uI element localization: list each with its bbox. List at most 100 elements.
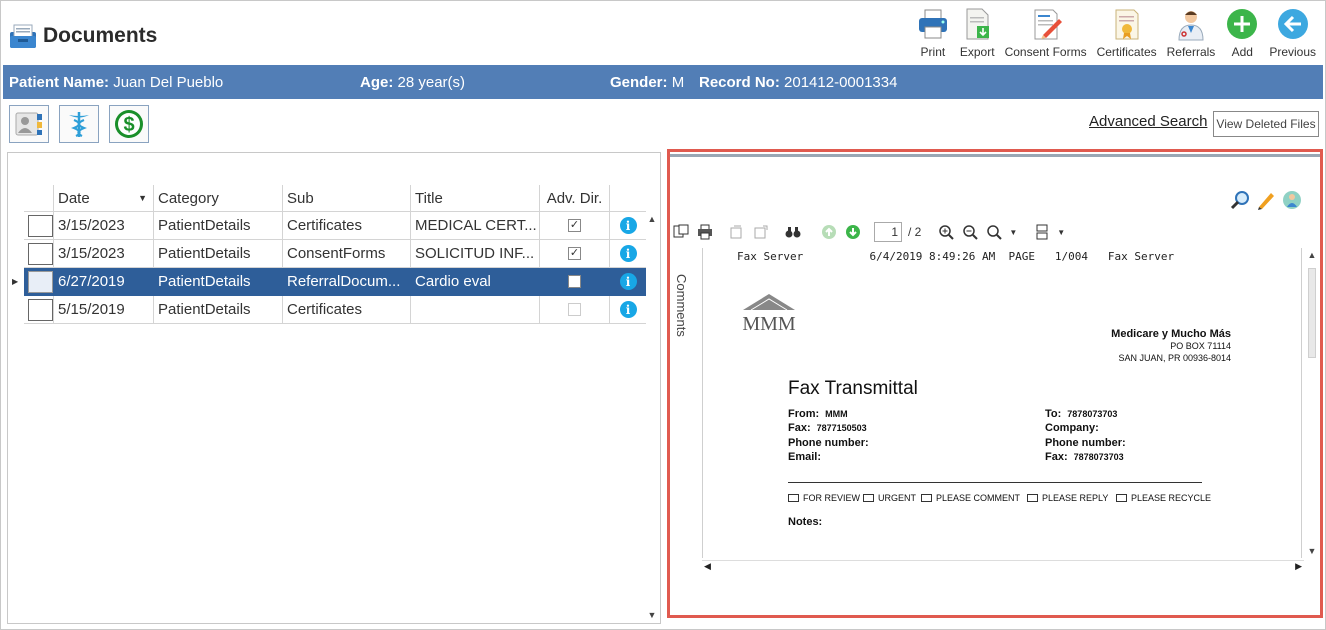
page-number-input[interactable]: 1 bbox=[874, 222, 902, 242]
next-page-icon[interactable] bbox=[844, 223, 862, 241]
row-category: PatientDetails bbox=[154, 268, 283, 296]
consent-forms-button[interactable]: Consent Forms bbox=[1000, 7, 1092, 59]
current-row-marker-icon: ▶ bbox=[12, 277, 19, 286]
row-date: 5/15/2019 bbox=[54, 296, 154, 324]
column-header-adv-dir[interactable]: Adv. Dir. bbox=[540, 185, 610, 212]
row-select-box[interactable] bbox=[28, 270, 53, 293]
comments-side-tab[interactable]: Comments bbox=[674, 274, 689, 337]
document-preview-panel: 1 / 2 ▼ ▼ Comments Fax Server 6/4/2019 8… bbox=[667, 149, 1323, 618]
certificate-icon bbox=[1115, 9, 1139, 40]
fax-fax: Fax: 7877150503 bbox=[788, 422, 867, 434]
previous-page-icon[interactable] bbox=[820, 223, 838, 241]
patient-age: Age: 28 year(s) bbox=[360, 73, 466, 91]
fax-notes-label: Notes: bbox=[788, 516, 823, 528]
pencil-edit-icon[interactable] bbox=[1256, 190, 1276, 210]
column-header-category[interactable]: Category bbox=[154, 185, 283, 212]
add-plus-icon bbox=[1227, 9, 1258, 39]
print-label: Print bbox=[920, 45, 946, 59]
zoom-out-icon[interactable] bbox=[961, 223, 979, 241]
row-sub: Certificates bbox=[283, 296, 411, 324]
back-arrow-icon bbox=[1277, 9, 1308, 39]
adv-dir-checkbox[interactable]: ✓ bbox=[568, 219, 581, 232]
row-select-box[interactable] bbox=[28, 214, 53, 237]
fax-divider bbox=[788, 482, 1202, 483]
print-button[interactable]: Print bbox=[911, 7, 955, 59]
previous-button[interactable]: Previous bbox=[1264, 7, 1321, 59]
id-card-icon bbox=[15, 112, 42, 136]
referrals-button[interactable]: Referrals bbox=[1162, 7, 1221, 59]
row-sub: ConsentForms bbox=[283, 240, 411, 268]
app-title-text: Documents bbox=[43, 24, 158, 47]
row-date: 6/27/2019 bbox=[54, 268, 154, 296]
last-page-icon[interactable] bbox=[752, 223, 770, 241]
add-label: Add bbox=[1231, 45, 1253, 59]
viewer-scroll-up-icon[interactable]: ▲ bbox=[1304, 248, 1320, 262]
export-label: Export bbox=[959, 45, 995, 59]
patient-card-button[interactable] bbox=[9, 105, 49, 143]
find-binoculars-icon[interactable] bbox=[784, 223, 802, 241]
patient-record: Record No: 201412-0001334 bbox=[699, 73, 898, 91]
mmm-logo-icon: MMM bbox=[742, 294, 796, 334]
page-total: / 2 bbox=[908, 225, 922, 239]
adv-dir-checkbox[interactable]: ✓ bbox=[568, 247, 581, 260]
zoom-in-icon[interactable] bbox=[937, 223, 955, 241]
column-header-title[interactable]: Title bbox=[411, 185, 540, 212]
info-icon[interactable]: i bbox=[619, 245, 637, 262]
page-title: Documents bbox=[9, 21, 157, 51]
documents-grid-panel: Date ▼ Category Sub Title Adv. Dir. 3/15… bbox=[7, 152, 661, 624]
viewer-scroll-thumb[interactable] bbox=[1308, 268, 1316, 358]
print-icon[interactable] bbox=[696, 223, 714, 241]
info-icon[interactable]: i bbox=[619, 301, 637, 318]
adv-dir-checkbox[interactable] bbox=[568, 303, 581, 316]
medical-button[interactable] bbox=[59, 105, 99, 143]
scroll-down-icon[interactable]: ▼ bbox=[644, 608, 660, 622]
row-select-box[interactable] bbox=[28, 298, 53, 321]
column-header-sub[interactable]: Sub bbox=[283, 185, 411, 212]
scroll-right-icon[interactable]: ▶ bbox=[1295, 561, 1302, 572]
fax-title: Fax Transmittal bbox=[788, 378, 918, 399]
thumbnails-icon[interactable] bbox=[672, 223, 690, 241]
export-button[interactable]: Export bbox=[955, 7, 1000, 59]
doctor-referral-icon bbox=[1178, 11, 1204, 41]
patient-gender: Gender: M bbox=[610, 73, 685, 91]
first-page-icon[interactable] bbox=[728, 223, 746, 241]
scroll-left-icon[interactable]: ◀ bbox=[704, 561, 711, 572]
table-row-selected[interactable]: 6/27/2019 PatientDetails ReferralDocum..… bbox=[24, 268, 646, 296]
table-row[interactable]: 3/15/2023 PatientDetails Certificates ME… bbox=[24, 212, 646, 240]
user-attach-icon[interactable] bbox=[1282, 190, 1302, 210]
table-row[interactable]: 3/15/2023 PatientDetails ConsentForms SO… bbox=[24, 240, 646, 268]
info-icon[interactable]: i bbox=[619, 273, 637, 290]
layout-chevron-down-icon[interactable]: ▼ bbox=[1057, 228, 1065, 237]
consent-forms-label: Consent Forms bbox=[1004, 45, 1087, 59]
row-category: PatientDetails bbox=[154, 212, 283, 240]
zoom-dropdown-icon[interactable] bbox=[985, 223, 1003, 241]
scroll-up-icon[interactable]: ▲ bbox=[644, 212, 660, 226]
fax-to: To: 7878073703 bbox=[1045, 408, 1118, 420]
add-button[interactable]: Add bbox=[1220, 7, 1264, 59]
certificates-label: Certificates bbox=[1096, 45, 1157, 59]
row-category: PatientDetails bbox=[154, 240, 283, 268]
dollar-icon: $ bbox=[115, 110, 143, 138]
fax-to-fax: Fax: 7878073703 bbox=[1045, 451, 1124, 463]
viewer-vertical-scrollbar[interactable]: ▲ ▼ bbox=[1304, 248, 1320, 558]
page-layout-icon[interactable] bbox=[1033, 223, 1051, 241]
certificates-button[interactable]: Certificates bbox=[1092, 7, 1162, 59]
column-header-date[interactable]: Date ▼ bbox=[54, 185, 154, 212]
advanced-search-link[interactable]: Advanced Search bbox=[1089, 113, 1207, 130]
row-title bbox=[411, 296, 540, 324]
fax-check-reply: PLEASE REPLY bbox=[1027, 493, 1108, 503]
main-toolbar: Print Export Consent Forms Certificates … bbox=[911, 7, 1321, 59]
viewer-scroll-down-icon[interactable]: ▼ bbox=[1304, 544, 1320, 558]
consent-form-pencil-icon bbox=[1034, 9, 1062, 40]
fax-check-review: FOR REVIEW bbox=[788, 493, 860, 503]
adv-dir-checkbox[interactable] bbox=[568, 275, 581, 288]
table-row[interactable]: 5/15/2019 PatientDetails Certificates i bbox=[24, 296, 646, 324]
grid-vertical-scrollbar[interactable]: ▲ ▼ bbox=[644, 212, 660, 622]
row-select-box[interactable] bbox=[28, 242, 53, 265]
viewer-horizontal-scrollbar[interactable]: ◀ ▶ bbox=[702, 560, 1304, 574]
info-icon[interactable]: i bbox=[619, 217, 637, 234]
chevron-down-icon[interactable]: ▼ bbox=[1009, 228, 1017, 237]
magnifier-icon[interactable] bbox=[1230, 190, 1250, 210]
view-deleted-files-button[interactable]: View Deleted Files bbox=[1213, 111, 1319, 137]
billing-button[interactable]: $ bbox=[109, 105, 149, 143]
